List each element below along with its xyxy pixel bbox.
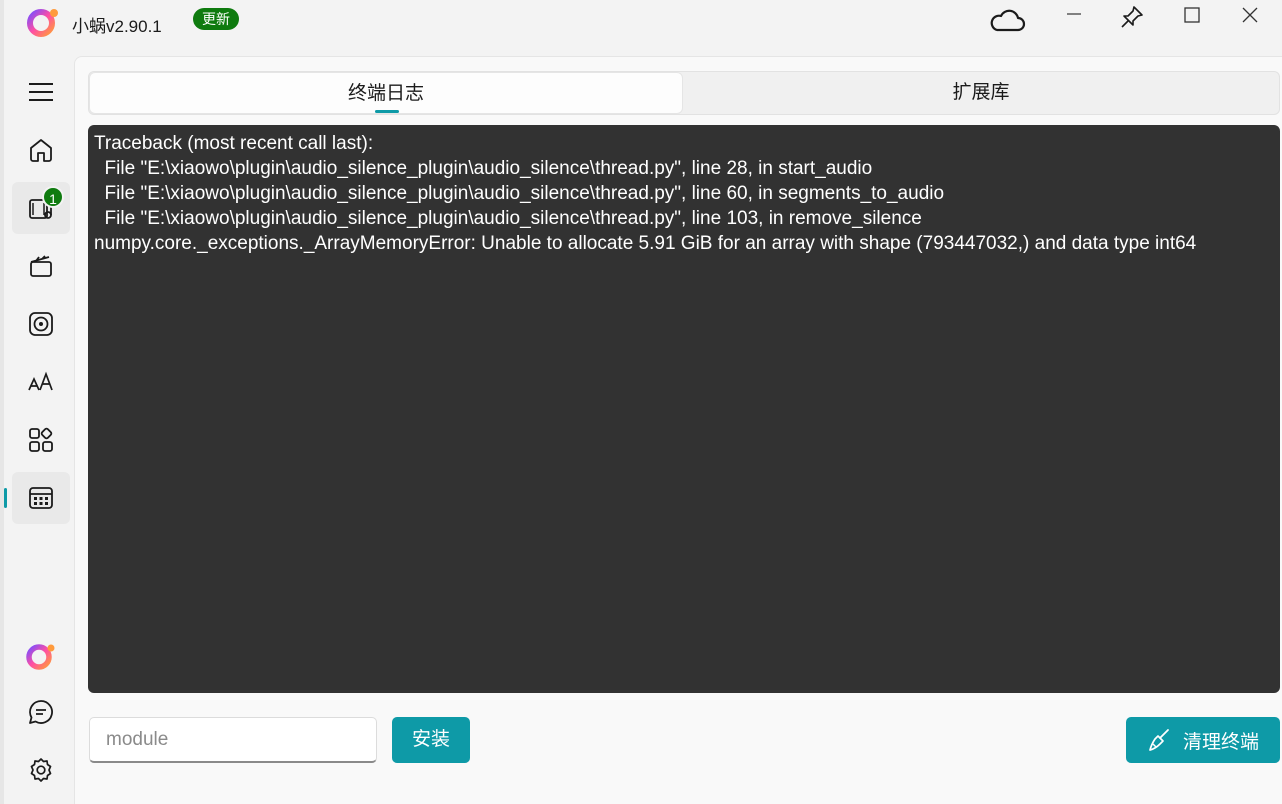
module-input[interactable] [89,717,377,763]
clear-terminal-button[interactable]: 清理终端 [1126,717,1280,763]
sidebar-item-audio-video[interactable]: 1 [12,182,70,234]
sidebar-item-apps[interactable] [12,414,70,466]
main-content: 终端日志 扩展库 Traceback (most recent call las… [74,56,1282,804]
log-line: numpy.core._exceptions._ArrayMemoryError… [94,233,1197,254]
sidebar-item-home[interactable] [12,124,70,176]
close-button[interactable] [1230,0,1270,30]
sidebar-item-feedback[interactable] [12,686,70,738]
font-size-icon [28,371,53,391]
tab-terminal-log[interactable]: 终端日志 [89,72,683,114]
sidebar-item-video[interactable] [12,240,70,292]
sidebar-item-about[interactable] [12,630,70,682]
update-badge[interactable]: 更新 [193,8,239,30]
menu-icon [29,83,53,101]
active-tab-indicator [375,110,399,113]
pin-button[interactable] [1112,0,1152,34]
sidebar-item-plugins[interactable] [4,472,70,524]
tab-label: 扩展库 [952,82,1010,103]
maximize-icon [1184,7,1200,23]
tab-label: 终端日志 [347,83,424,104]
log-line: File "E:\xiaowo\plugin\audio_silence_plu… [94,158,873,179]
app-title: 小蜗v2.90.1 [72,17,162,36]
broom-icon [1149,729,1169,751]
clapperboard-icon [30,255,52,277]
tab-bar: 终端日志 扩展库 [88,71,1280,115]
chat-icon [29,700,53,724]
selection-indicator [4,488,7,508]
cloud-icon [990,9,1026,32]
log-line: File "E:\xiaowo\plugin\audio_silence_plu… [94,208,922,229]
apps-icon [29,427,53,452]
pin-icon [1121,6,1143,28]
notification-badge: 1 [42,186,64,208]
app-logo-icon [26,7,60,37]
install-button[interactable]: 安装 [392,717,470,763]
cloud-button[interactable] [984,0,1030,40]
disc-icon [29,312,53,336]
sidebar-item-settings[interactable] [12,744,70,796]
home-icon [30,139,52,162]
terminal-output[interactable]: Traceback (most recent call last): File … [88,125,1280,693]
log-line: File "E:\xiaowo\plugin\audio_silence_plu… [94,183,945,204]
title-bar: 小蜗v2.90.1 更新 [4,0,1282,48]
clear-terminal-label: 清理终端 [1182,731,1259,753]
log-line: Traceback (most recent call last): [94,133,374,154]
menu-button[interactable] [12,66,70,118]
sidebar-item-disc[interactable] [12,298,70,350]
sidebar: 1 [4,48,74,804]
app-logo-icon [26,644,55,670]
sidebar-item-text[interactable] [12,356,70,408]
maximize-button[interactable] [1172,0,1212,30]
minimize-icon [1067,13,1081,15]
tab-extensions[interactable]: 扩展库 [683,72,1279,114]
calendar-icon [29,487,53,509]
close-icon [1242,7,1258,23]
settings-icon [30,758,52,782]
minimize-button[interactable] [1054,0,1094,28]
